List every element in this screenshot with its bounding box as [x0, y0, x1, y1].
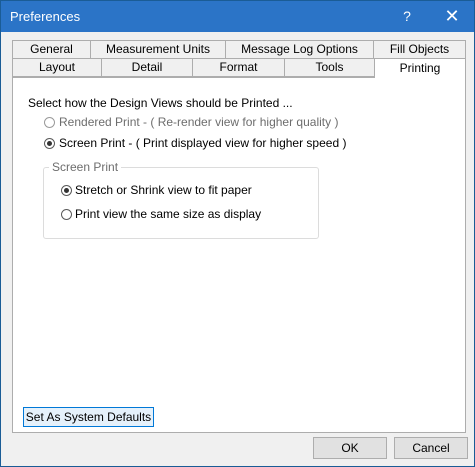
tab-tools[interactable]: Tools: [284, 58, 375, 77]
same-size-label: Print view the same size as display: [75, 207, 262, 221]
tab-measurement-units[interactable]: Measurement Units: [90, 40, 226, 59]
ok-button[interactable]: OK: [313, 437, 387, 459]
preferences-dialog: Preferences ? ✕ General Measurement Unit…: [0, 0, 475, 467]
window-title: Preferences: [10, 9, 81, 24]
tab-detail[interactable]: Detail: [101, 58, 193, 77]
cancel-button[interactable]: Cancel: [394, 437, 468, 459]
printing-tab-panel: Select how the Design Views should be Pr…: [12, 77, 466, 433]
tab-fill-objects[interactable]: Fill Objects: [373, 40, 466, 59]
print-mode-prompt: Select how the Design Views should be Pr…: [28, 96, 293, 110]
same-size-radio[interactable]: [61, 209, 72, 220]
tab-message-log-options[interactable]: Message Log Options: [225, 40, 374, 59]
stretch-shrink-label: Stretch or Shrink view to fit paper: [75, 183, 252, 197]
rendered-print-radio[interactable]: [44, 117, 55, 128]
title-bar: Preferences ? ✕: [1, 1, 474, 32]
stretch-shrink-radio[interactable]: [61, 185, 72, 196]
screen-print-groupbox: [43, 167, 319, 239]
screen-print-radio[interactable]: [44, 138, 55, 149]
screen-print-group-label: Screen Print: [49, 160, 122, 174]
tab-general[interactable]: General: [12, 40, 91, 59]
rendered-print-label: Rendered Print - ( Re-render view for hi…: [59, 115, 339, 129]
close-button[interactable]: ✕: [430, 1, 474, 32]
screen-print-label: Screen Print - ( Print displayed view fo…: [59, 136, 347, 150]
tab-format[interactable]: Format: [192, 58, 285, 77]
tab-printing[interactable]: Printing: [374, 58, 466, 78]
tab-layout[interactable]: Layout: [12, 58, 102, 77]
help-button[interactable]: ?: [390, 1, 424, 32]
set-system-defaults-button[interactable]: Set As System Defaults: [23, 407, 154, 427]
